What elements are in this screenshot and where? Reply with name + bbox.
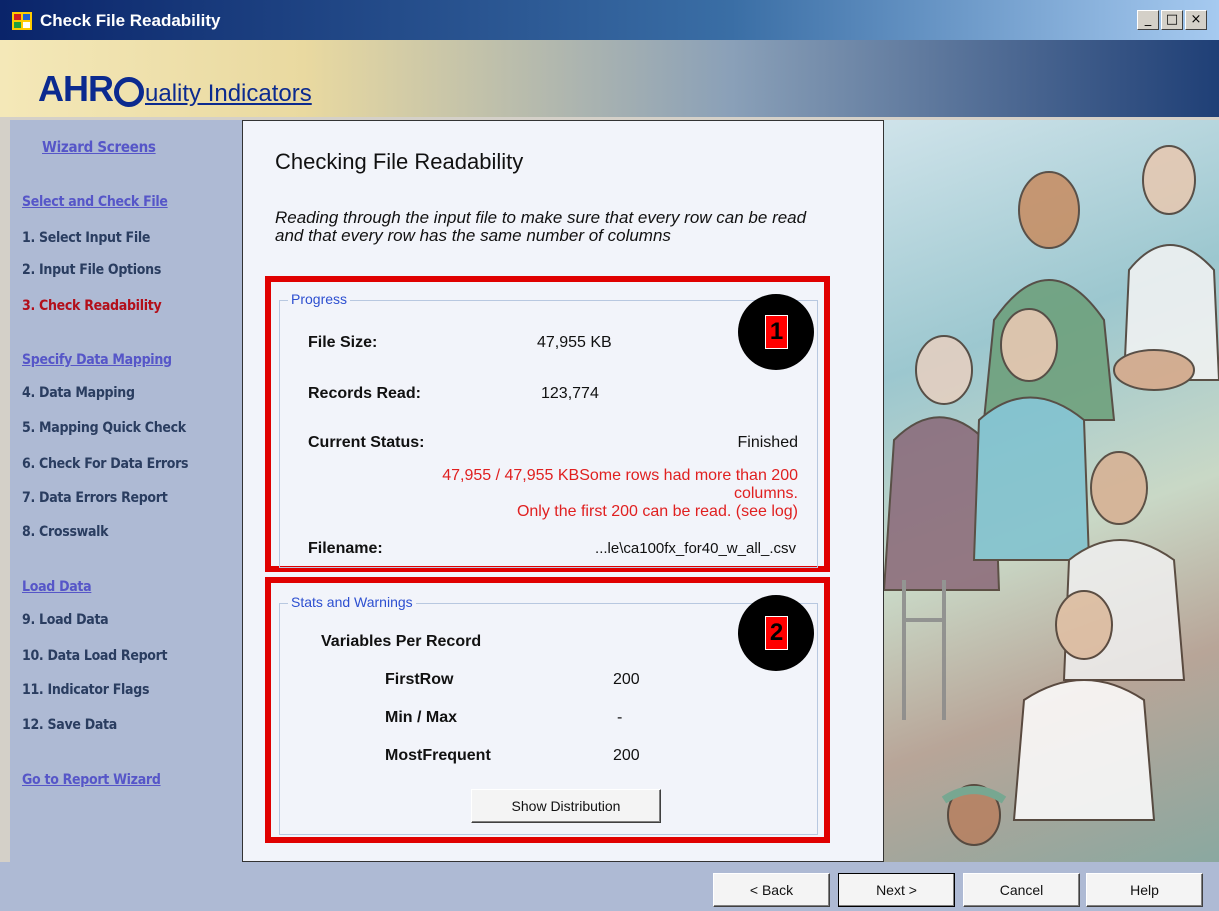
most-frequent-value: 200 [613,747,640,764]
warning-line-2: columns. [733,485,798,502]
readability-warning: 47,955 / 47,955 KBSome rows had more tha… [328,467,798,521]
min-max-label: Min / Max [385,709,458,726]
next-button[interactable]: Next > [838,873,955,907]
callout-badge-2-number: 2 [765,616,788,650]
file-size-label: File Size: [308,334,378,351]
warning-line-3: Only the first 200 can be read. (see log… [516,503,798,520]
sidebar-item-check-readability[interactable]: 3. Check Readability [22,298,162,314]
show-distribution-button[interactable]: Show Distribution [471,789,661,823]
records-read-value: 123,774 [541,385,599,402]
sidebar-item-check-data-errors[interactable]: 6. Check For Data Errors [22,456,189,472]
filename-label: Filename: [308,540,383,557]
sidebar-section-select-check[interactable]: Select and Check File [22,194,168,210]
first-row-value: 200 [613,671,640,688]
window-controls: _ □ × [1137,10,1207,30]
main-panel: Checking File Readability Reading throug… [242,120,884,862]
ahrq-logo: AHR uality Indicators [38,68,312,110]
most-frequent-label: MostFrequent [385,747,491,764]
file-size-value: 47,955 KB [537,334,612,351]
variables-per-record-heading: Variables Per Record [321,633,482,650]
stats-highlight-box: Stats and Warnings 2 Variables Per Recor… [265,577,830,843]
wizard-sidebar: Wizard Screens Select and Check File 1. … [10,120,242,862]
sidebar-item-indicator-flags[interactable]: 11. Indicator Flags [22,682,149,698]
progress-legend: Progress [288,291,351,307]
sidebar-item-load-data[interactable]: 9. Load Data [22,612,109,628]
records-read-label: Records Read: [308,385,421,402]
logo-text-ahr: AHR [38,68,114,109]
wizard-screens-header[interactable]: Wizard Screens [42,138,156,156]
sidebar-item-save-data[interactable]: 12. Save Data [22,717,117,733]
stats-legend: Stats and Warnings [288,594,416,610]
filename-value: ...le\ca100fx_for40_w_all_.csv [595,540,796,557]
sidebar-item-crosswalk[interactable]: 8. Crosswalk [22,524,109,540]
min-max-value: - [617,709,623,726]
callout-badge-1-number: 1 [765,315,788,349]
first-row-label: FirstRow [385,671,454,688]
logo-q-mark [114,77,144,107]
sidebar-section-data-mapping[interactable]: Specify Data Mapping [22,352,172,368]
warning-line-1: 47,955 / 47,955 KBSome rows had more tha… [442,467,798,484]
sidebar-item-data-mapping[interactable]: 4. Data Mapping [22,385,135,401]
go-to-report-wizard-link[interactable]: Go to Report Wizard [22,772,161,788]
illustration-people [884,145,1219,846]
progress-highlight-box: Progress 1 File Size: 47,955 KB Records … [265,276,830,572]
sidebar-section-load-data[interactable]: Load Data [22,579,92,595]
title-bar: Check File Readability _ □ × [0,0,1219,40]
sidebar-item-select-input-file[interactable]: 1. Select Input File [22,230,150,246]
callout-badge-2: 2 [738,595,814,671]
sidebar-item-mapping-quick-check[interactable]: 5. Mapping Quick Check [22,420,186,436]
footer-bar: < Back Next > Cancel Help [0,862,1219,911]
close-icon[interactable]: × [1185,10,1207,30]
window-title: Check File Readability [40,11,221,30]
maximize-icon[interactable]: □ [1161,10,1183,30]
callout-badge-1: 1 [738,294,814,370]
app-icon [12,12,32,30]
sidebar-item-input-file-options[interactable]: 2. Input File Options [22,262,161,278]
current-status-label: Current Status: [308,434,425,451]
cancel-button[interactable]: Cancel [963,873,1080,907]
back-button[interactable]: < Back [713,873,830,907]
sidebar-item-data-load-report[interactable]: 10. Data Load Report [22,648,168,664]
sidebar-item-data-errors-report[interactable]: 7. Data Errors Report [22,490,168,506]
page-description: Reading through the input file to make s… [275,208,807,245]
page-title: Checking File Readability [275,149,524,174]
current-status-value: Finished [737,434,798,451]
minimize-icon[interactable]: _ [1137,10,1159,30]
help-button[interactable]: Help [1086,873,1203,907]
healthcare-illustration [884,120,1219,862]
ahrq-banner: AHR uality Indicators [0,40,1219,117]
logo-text-quality: uality Indicators [145,80,312,107]
